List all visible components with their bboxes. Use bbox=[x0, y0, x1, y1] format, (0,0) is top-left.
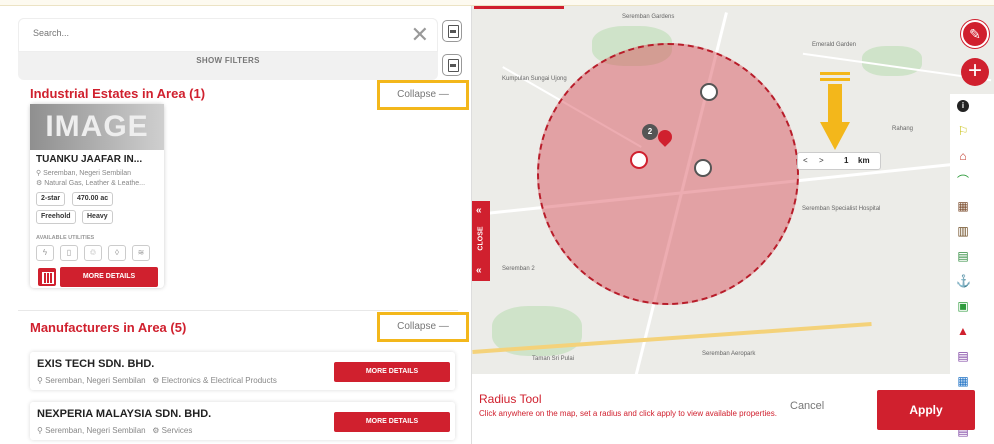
gas-icon: ▯ bbox=[60, 245, 78, 261]
recycle-icon: ♲ bbox=[84, 245, 102, 261]
estates-collapse-button[interactable]: Collapse — bbox=[377, 80, 469, 110]
radius-value: 1 bbox=[844, 156, 849, 165]
show-filters-button[interactable]: SHOW FILTERS bbox=[18, 56, 438, 65]
port-icon[interactable]: ⚓ bbox=[956, 274, 971, 288]
section-divider bbox=[18, 310, 458, 311]
estate-industries: ⚙ Natural Gas, Leather & Leathe... bbox=[36, 179, 145, 187]
manufacturer-card[interactable]: NEXPERIA MALAYSIA SDN. BHD. ⚲ Seremban, … bbox=[30, 402, 455, 440]
location-pin-icon: ⚲ bbox=[37, 426, 46, 435]
cancel-button[interactable]: Cancel bbox=[790, 400, 824, 412]
school-icon[interactable]: ⚐ bbox=[956, 124, 970, 138]
industry-type-tag: Heavy bbox=[82, 210, 113, 224]
wifi-icon: ≋ bbox=[132, 245, 150, 261]
manufacturer-meta: ⚲ Seremban, Negeri Sembilan ⚙ Electronic… bbox=[37, 376, 277, 385]
map-label: Kumpulan Sungai Ujong bbox=[502, 76, 567, 82]
utilities-label: AVAILABLE UTILITIES bbox=[36, 235, 95, 241]
manufacturer-meta: ⚲ Seremban, Negeri Sembilan ⚙ Services bbox=[37, 426, 192, 435]
decrease-radius-button[interactable]: < bbox=[803, 156, 808, 165]
cluster-marker[interactable]: 2 bbox=[642, 124, 658, 140]
industry-gear-icon: ⚙ bbox=[36, 180, 45, 187]
pdf-export-icon[interactable] bbox=[442, 20, 462, 42]
increase-radius-button[interactable]: > bbox=[819, 156, 824, 165]
estate-tags-row-2: Freehold Heavy bbox=[36, 210, 156, 224]
estate-location: ⚲ Seremban, Negeri Sembilan bbox=[36, 169, 131, 177]
manufacturers-collapse-button[interactable]: Collapse — bbox=[377, 312, 469, 342]
edit-pencil-icon[interactable]: ✎ bbox=[961, 20, 989, 48]
grid-view-icon[interactable] bbox=[38, 268, 56, 286]
radius-tool-description: Click anywhere on the map, set a radius … bbox=[479, 409, 777, 418]
map-label: Emerald Garden bbox=[812, 42, 857, 48]
electricity-icon: ϟ bbox=[36, 245, 54, 261]
area-tag: 470.00 ac bbox=[72, 192, 114, 206]
manufacturers-section-title: Manufacturers in Area (5) bbox=[30, 320, 187, 335]
map-active-tab-indicator bbox=[474, 6, 564, 9]
manufacturer-more-details-button[interactable]: MORE DETAILS bbox=[334, 362, 450, 382]
office-icon[interactable]: ▦ bbox=[956, 374, 970, 388]
search-input[interactable] bbox=[33, 28, 393, 38]
manufacturer-more-details-button[interactable]: MORE DETAILS bbox=[334, 412, 450, 432]
info-icon[interactable]: i bbox=[957, 100, 969, 112]
government-icon[interactable]: ▥ bbox=[956, 224, 970, 238]
estate-marker-icon[interactable] bbox=[630, 151, 648, 169]
map-label: Rahang bbox=[892, 126, 914, 132]
tenure-tag: Freehold bbox=[36, 210, 76, 224]
manufacturer-card[interactable]: EXIS TECH SDN. BHD. ⚲ Seremban, Negeri S… bbox=[30, 352, 455, 390]
estates-section-title: Industrial Estates in Area (1) bbox=[30, 86, 206, 101]
chevron-left-icon: « bbox=[476, 265, 482, 276]
document-icon[interactable] bbox=[442, 54, 462, 76]
map-label: Seremban Gardens bbox=[622, 14, 675, 20]
add-plus-icon[interactable]: + bbox=[961, 58, 989, 86]
estate-industries-text: Natural Gas, Leather & Leathe... bbox=[44, 180, 146, 187]
radius-unit: km bbox=[858, 156, 870, 165]
industry-gear-icon: ⚙ bbox=[152, 426, 162, 435]
rating-tag: 2-star bbox=[36, 192, 66, 206]
estate-tags-row-1: 2-star 470.00 ac bbox=[36, 192, 156, 206]
estate-more-details-button[interactable]: MORE DETAILS bbox=[60, 267, 158, 287]
fire-station-icon[interactable]: ▲ bbox=[956, 324, 970, 338]
estate-image: IMAGE bbox=[30, 104, 164, 150]
factory-marker-icon[interactable] bbox=[694, 159, 712, 177]
close-panel-tab[interactable]: « CLOSE « bbox=[472, 201, 490, 281]
manufacturer-category: Electronics & Electrical Products bbox=[161, 376, 277, 385]
bookstore-icon[interactable]: ▤ bbox=[956, 349, 970, 363]
estate-card[interactable]: IMAGE TUANKU JAAFAR IN... ⚲ Seremban, Ne… bbox=[30, 104, 164, 288]
manufacturer-name: NEXPERIA MALAYSIA SDN. BHD. bbox=[37, 408, 212, 420]
apply-button[interactable]: Apply bbox=[877, 390, 975, 430]
manufacturer-name: EXIS TECH SDN. BHD. bbox=[37, 358, 155, 370]
factory-marker-icon[interactable] bbox=[700, 83, 718, 101]
top-bar bbox=[0, 0, 994, 6]
map-canvas[interactable]: Seremban Gardens Emerald Garden Kumpulan… bbox=[472, 6, 994, 444]
map-label: Seremban Specialist Hospital bbox=[802, 206, 881, 212]
chevron-left-icon: « bbox=[476, 205, 482, 216]
location-pin-icon: ⚲ bbox=[37, 376, 46, 385]
library-icon[interactable]: ▤ bbox=[956, 249, 970, 263]
hospital-icon[interactable]: ⌂ bbox=[956, 149, 970, 163]
estate-location-text: Seremban, Negeri Sembilan bbox=[43, 170, 132, 177]
close-label: CLOSE bbox=[477, 226, 485, 251]
manufacturer-location: Seremban, Negeri Sembilan bbox=[45, 376, 146, 385]
radius-tool-title: Radius Tool bbox=[479, 392, 542, 406]
radius-scale-control[interactable]: < > 1 km bbox=[797, 152, 881, 170]
manufacturer-location: Seremban, Negeri Sembilan bbox=[45, 426, 146, 435]
water-icon: ◊ bbox=[108, 245, 126, 261]
search-box: ✕ SHOW FILTERS bbox=[18, 18, 438, 80]
arrow-down-icon bbox=[820, 72, 850, 150]
transit-icon[interactable]: ▣ bbox=[956, 299, 970, 313]
estate-name: TUANKU JAAFAR IN... bbox=[36, 154, 143, 165]
radius-circle[interactable] bbox=[537, 43, 799, 305]
map-label: Taman Sri Pulai bbox=[532, 356, 575, 362]
university-icon[interactable]: ⌒ bbox=[956, 174, 970, 188]
map-park bbox=[862, 46, 922, 76]
map-label: Seremban Aeropark bbox=[702, 351, 756, 357]
clear-icon[interactable]: ✕ bbox=[411, 24, 429, 46]
search-row: ✕ bbox=[18, 18, 438, 52]
manufacturer-category: Services bbox=[161, 426, 193, 435]
map-label: Seremban 2 bbox=[502, 266, 535, 272]
industry-gear-icon: ⚙ bbox=[152, 376, 162, 385]
results-panel: ✕ SHOW FILTERS Industrial Estates in Are… bbox=[0, 0, 472, 444]
radius-tool-bar: Radius Tool Click anywhere on the map, s… bbox=[472, 374, 975, 444]
residential-icon[interactable]: ▦ bbox=[956, 199, 970, 213]
